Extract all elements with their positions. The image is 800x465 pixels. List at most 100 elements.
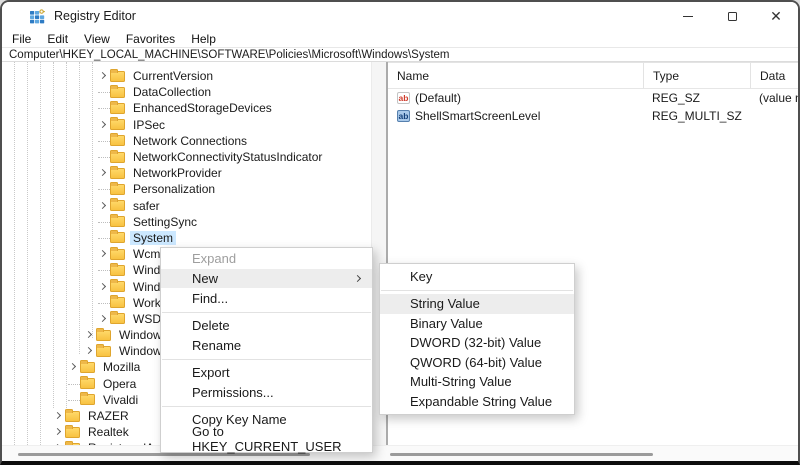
address-bar[interactable]: Computer\HKEY_LOCAL_MACHINE\SOFTWARE\Pol… [2, 47, 798, 62]
minimize-button[interactable] [666, 2, 710, 30]
tree-item-label: Network Connections [130, 134, 250, 148]
folder-icon [110, 249, 125, 260]
close-button[interactable]: ✕ [754, 2, 798, 30]
tree-connector-line [98, 238, 110, 239]
folder-icon [110, 313, 125, 324]
new-submenu-item-expandable-string-value[interactable]: Expandable String Value [380, 392, 574, 412]
new-submenu-item-dword-32-bit-value[interactable]: DWORD (32-bit) Value [380, 333, 574, 353]
menubar-item-help[interactable]: Help [183, 32, 224, 46]
menubar-item-view[interactable]: View [76, 32, 118, 46]
maximize-button[interactable] [710, 2, 754, 30]
submenu-arrow-icon [354, 274, 361, 281]
folder-icon [110, 152, 125, 163]
tree-item-label: Vivaldi [100, 393, 141, 407]
tree-guide-line [66, 62, 67, 408]
tree-item-label: Mozilla [100, 360, 143, 374]
value-name-cell: ab(Default) [388, 89, 643, 107]
window-controls: ✕ [666, 2, 798, 30]
tree-item-network-connections[interactable]: Network Connections [2, 133, 371, 149]
chevron-right-icon [99, 202, 106, 209]
menubar: FileEditViewFavoritesHelp [2, 30, 798, 47]
menubar-item-file[interactable]: File [4, 32, 39, 46]
column-header-type[interactable]: Type [643, 63, 750, 89]
expand-chevron-icon[interactable] [98, 119, 110, 131]
folder-icon [110, 265, 125, 276]
expand-chevron-icon[interactable] [98, 70, 110, 82]
tree-item-datacollection[interactable]: DataCollection [2, 84, 371, 100]
tree-connector-line [98, 270, 110, 271]
tree-item-label: Personalization [130, 182, 218, 196]
new-submenu-separator [380, 287, 574, 295]
new-submenu-item-multi-string-value[interactable]: Multi-String Value [380, 372, 574, 392]
column-header-data[interactable]: Data [750, 63, 798, 89]
new-submenu-item-key[interactable]: Key [380, 267, 574, 287]
tree-item-enhancedstoragedevices[interactable]: EnhancedStorageDevices [2, 100, 371, 116]
menubar-item-edit[interactable]: Edit [39, 32, 76, 46]
context-menu-item-permissions[interactable]: Permissions... [161, 382, 372, 402]
new-submenu-item-binary-value[interactable]: Binary Value [380, 314, 574, 334]
new-submenu-item-label: Expandable String Value [410, 394, 552, 409]
value-row-shellsmartscreenlevel[interactable]: abShellSmartScreenLevelREG_MULTI_SZ [388, 107, 798, 125]
folder-icon [110, 297, 125, 308]
context-menu-item-find[interactable]: Find... [161, 288, 372, 308]
window-title: Registry Editor [54, 9, 136, 23]
tree-item-settingsync[interactable]: SettingSync [2, 214, 371, 230]
tree-guide-line [53, 62, 54, 408]
expand-chevron-icon[interactable] [98, 167, 110, 179]
values-horizontal-scrollbar[interactable] [390, 453, 653, 456]
value-data-cell: (value not set) [750, 89, 798, 107]
tree-item-label: DataCollection [130, 85, 214, 99]
context-menu-item-delete[interactable]: Delete [161, 316, 372, 336]
context-menu-item-label: Export [192, 365, 230, 380]
tree-item-safer[interactable]: safer [2, 198, 371, 214]
expand-chevron-icon[interactable] [84, 345, 96, 357]
tree-item-ipsec[interactable]: IPSec [2, 117, 371, 133]
value-row-default[interactable]: ab(Default)REG_SZ(value not set) [388, 89, 798, 107]
context-menu-item-new[interactable]: New [161, 269, 372, 289]
expand-chevron-icon[interactable] [68, 361, 80, 373]
tree-item-personalization[interactable]: Personalization [2, 181, 371, 197]
expand-chevron-icon[interactable] [84, 329, 96, 341]
tree-item-networkconnectivitystatusindicator[interactable]: NetworkConnectivityStatusIndicator [2, 149, 371, 165]
context-menu-item-go-to-hkey-current-user[interactable]: Go to HKEY_CURRENT_USER [161, 429, 372, 449]
folder-icon [80, 362, 95, 373]
chevron-right-icon [99, 169, 106, 176]
context-menu-item-export[interactable]: Export [161, 363, 372, 383]
folder-icon [110, 216, 125, 227]
tree-item-currentversion[interactable]: CurrentVersion [2, 68, 371, 84]
expand-chevron-icon[interactable] [98, 248, 110, 260]
context-menu-separator [161, 308, 372, 316]
context-menu: ExpandNewFind... DeleteRename Export Permis… [160, 247, 373, 453]
tree-item-label: IPSec [130, 118, 168, 132]
column-header-name[interactable]: Name [388, 63, 643, 89]
new-submenu-item-label: Multi-String Value [410, 374, 512, 389]
context-menu-item-rename[interactable]: Rename [161, 335, 372, 355]
value-data-cell [750, 107, 798, 125]
folder-icon [110, 71, 125, 82]
tree-guide-line [27, 62, 28, 445]
expand-chevron-icon[interactable] [53, 426, 65, 438]
context-menu-separator [161, 402, 372, 410]
value-name: (Default) [415, 91, 461, 105]
new-submenu-item-qword-64-bit-value[interactable]: QWORD (64-bit) Value [380, 353, 574, 373]
folder-icon [110, 135, 125, 146]
tree-item-system[interactable]: System [2, 230, 371, 246]
context-menu-item-label: Go to HKEY_CURRENT_USER [192, 424, 362, 454]
registry-path: Computer\HKEY_LOCAL_MACHINE\SOFTWARE\Pol… [9, 49, 450, 61]
tree-guide-line [92, 62, 93, 338]
menubar-item-favorites[interactable]: Favorites [118, 32, 183, 46]
folder-icon [110, 184, 125, 195]
value-name-cell: abShellSmartScreenLevel [388, 107, 643, 125]
tree-item-networkprovider[interactable]: NetworkProvider [2, 165, 371, 181]
value-name: ShellSmartScreenLevel [415, 109, 540, 123]
context-menu-item-expand: Expand [161, 249, 372, 269]
expand-chevron-icon[interactable] [98, 281, 110, 293]
expand-chevron-icon[interactable] [98, 313, 110, 325]
chevron-right-icon [99, 250, 106, 257]
new-submenu-item-string-value[interactable]: String Value [380, 294, 574, 314]
tree-item-label: EnhancedStorageDevices [130, 101, 275, 115]
tree-connector-line [98, 108, 110, 109]
expand-chevron-icon[interactable] [98, 200, 110, 212]
expand-chevron-icon[interactable] [53, 410, 65, 422]
new-submenu-item-label: Binary Value [410, 316, 483, 331]
